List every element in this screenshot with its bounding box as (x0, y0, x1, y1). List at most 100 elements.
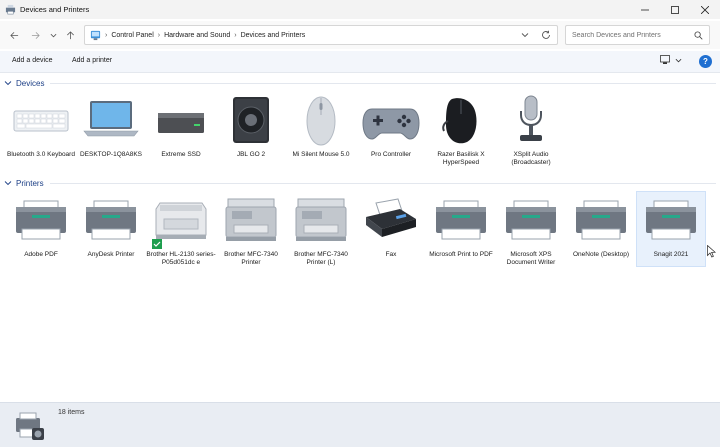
devices-printers-app-icon (5, 4, 16, 15)
section-divider (49, 182, 716, 184)
close-button[interactable] (690, 0, 720, 19)
gamepad-icon (362, 108, 420, 140)
device-label: DESKTOP-1Q8A8KS (79, 151, 143, 158)
chevron-down-icon (675, 58, 682, 62)
window-title: Devices and Printers (20, 5, 90, 14)
printer-tile-ms-print-to-pdf[interactable]: Microsoft Print to PDF (426, 193, 496, 259)
fax-icon (366, 198, 416, 237)
help-icon: ? (703, 57, 708, 66)
devices-section-header[interactable]: Devices (4, 77, 716, 89)
add-device-button[interactable]: Add a device (12, 57, 52, 64)
printer-label: Brother MFC-7340 Printer (L) (294, 251, 348, 266)
status-bar: 18 items (0, 402, 720, 447)
refresh-icon[interactable] (541, 30, 551, 40)
search-input[interactable] (566, 26, 686, 44)
printer-label: Microsoft XPS Document Writer (506, 251, 556, 266)
breadcrumb-control-panel[interactable]: Control Panel (111, 32, 153, 39)
mouse-icon (306, 96, 336, 146)
printer-tile-ms-xps-writer[interactable]: Microsoft XPS Document Writer (496, 193, 566, 267)
laptop-icon (83, 101, 139, 137)
printer-tile-fax[interactable]: Fax (356, 193, 426, 259)
help-button[interactable]: ? (699, 55, 712, 68)
device-label: JBL GO 2 (236, 151, 266, 158)
device-tile-xsplit-audio[interactable]: XSplit Audio (Broadcaster) (496, 93, 566, 167)
printer-icon (16, 200, 66, 240)
printer-icon (436, 200, 486, 240)
printer-label: Microsoft Print to PDF (429, 251, 493, 258)
printer-icon (646, 200, 696, 240)
breadcrumb-hardware-and-sound[interactable]: Hardware and Sound (164, 32, 230, 39)
arrow-up-icon (66, 30, 74, 39)
address-bar[interactable]: › Control Panel › Hardware and Sound › D… (84, 25, 558, 45)
device-label: XSplit Audio (Broadcaster) (511, 151, 551, 166)
recent-locations-button[interactable] (47, 29, 59, 41)
chevron-right-icon: › (234, 31, 237, 39)
printer-label: Brother HL-2130 series-P05d051dc e (146, 251, 216, 266)
device-tile-jbl-go2[interactable]: JBL GO 2 (216, 93, 286, 159)
close-icon (701, 5, 709, 14)
breadcrumb-devices-and-printers[interactable]: Devices and Printers (241, 32, 306, 39)
printer-tile-onenote[interactable]: OneNote (Desktop) (566, 193, 636, 259)
chevron-down-icon (50, 33, 56, 37)
printer-tile-adobe-pdf[interactable]: Adobe PDF (6, 193, 76, 259)
printer-label: OneNote (Desktop) (573, 251, 629, 258)
device-label: Razer Basilisk X HyperSpeed (437, 151, 485, 166)
printer-label: Fax (385, 251, 397, 258)
navigation-bar: › Control Panel › Hardware and Sound › D… (0, 21, 720, 49)
title-bar: Devices and Printers (0, 0, 720, 19)
search-icon (694, 31, 703, 40)
command-bar: Add a device Add a printer ? (0, 51, 720, 73)
search-box[interactable] (565, 25, 710, 45)
chevron-right-icon: › (157, 31, 161, 39)
device-tile-desktop[interactable]: DESKTOP-1Q8A8KS (76, 93, 146, 159)
printers-section-header[interactable]: Printers (4, 177, 716, 189)
view-options-icon (660, 55, 670, 64)
minimize-button[interactable] (630, 0, 660, 19)
printers-section-label: Printers (16, 178, 44, 188)
printer-tile-anydesk[interactable]: AnyDesk Printer (76, 193, 146, 259)
forward-button[interactable] (29, 29, 41, 41)
gaming-mouse-icon (442, 98, 477, 144)
mouse-cursor-icon (707, 245, 716, 258)
printer-tile-brother-mfc7340[interactable]: Brother MFC-7340 Printer (216, 193, 286, 267)
device-tile-keyboard[interactable]: Bluetooth 3.0 Keyboard (6, 93, 76, 159)
devices-printers-status-icon (16, 412, 44, 440)
external-drive-icon (158, 113, 204, 133)
device-tile-extreme-ssd[interactable]: Extreme SSD (146, 93, 216, 159)
microphone-icon (520, 95, 542, 141)
device-tile-mi-mouse[interactable]: Mi Silent Mouse 5.0 (286, 93, 356, 159)
printer-icon (86, 200, 136, 240)
up-button[interactable] (64, 29, 76, 41)
printer-icon (506, 200, 556, 240)
back-button[interactable] (8, 29, 20, 41)
chevron-right-icon: › (105, 31, 108, 39)
device-tile-pro-controller[interactable]: Pro Controller (356, 93, 426, 159)
mfc-printer-icon (225, 198, 277, 241)
device-tile-razer-basilisk[interactable]: Razer Basilisk X HyperSpeed (426, 93, 496, 167)
address-dropdown-icon[interactable] (521, 31, 529, 39)
chevron-down-icon (4, 181, 12, 186)
section-divider (50, 82, 716, 84)
devices-section-label: Devices (16, 78, 45, 88)
device-label: Pro Controller (370, 151, 412, 158)
printer-tile-brother-mfc7340-l[interactable]: Brother MFC-7340 Printer (L) (286, 193, 356, 267)
change-view-button[interactable] (660, 55, 682, 65)
device-label: Extreme SSD (161, 151, 201, 158)
speaker-icon (233, 97, 269, 143)
mfc-printer-icon (295, 198, 347, 241)
printer-label: Brother MFC-7340 Printer (224, 251, 278, 266)
printer-tile-brother-hl2130[interactable]: Brother HL-2130 series-P05d051dc e (146, 193, 216, 267)
arrow-left-icon (9, 31, 18, 39)
printer-label: Snagit 2021 (653, 251, 689, 258)
device-label: Bluetooth 3.0 Keyboard (7, 151, 75, 158)
device-label: Mi Silent Mouse 5.0 (292, 151, 350, 158)
printer-label: Adobe PDF (24, 251, 58, 258)
add-printer-button[interactable]: Add a printer (72, 57, 112, 64)
printer-icon (576, 200, 626, 240)
maximize-icon (671, 5, 679, 14)
printer-tile-snagit-2021[interactable]: Snagit 2021 (636, 191, 706, 267)
keyboard-icon (13, 110, 69, 132)
item-count: 18 items (58, 409, 85, 416)
chevron-down-icon (4, 81, 12, 86)
maximize-button[interactable] (660, 0, 690, 19)
